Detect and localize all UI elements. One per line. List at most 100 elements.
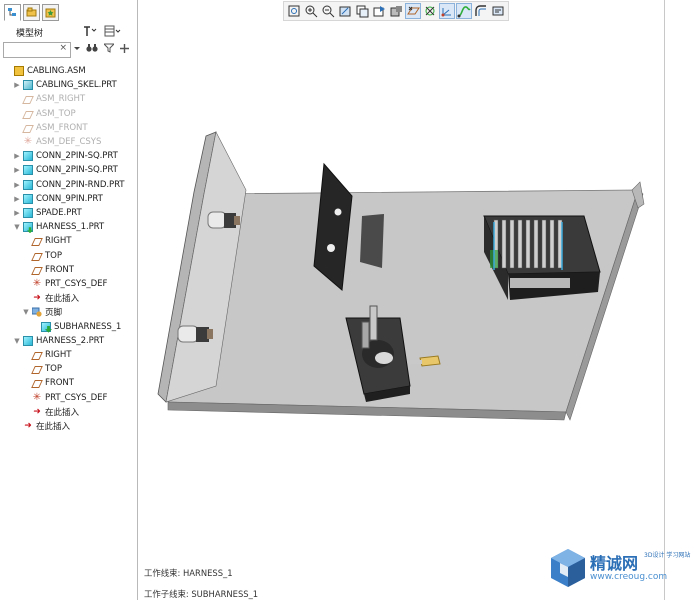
dropdown-arrow-icon[interactable] [74,45,80,55]
tree-settings-icon[interactable] [82,25,98,40]
csys-display-icon [441,8,451,17]
datum-plane-icon [32,379,42,387]
expand-toggle-icon[interactable]: ▼ [13,337,21,345]
tree-item[interactable]: ▼ 页脚 [22,305,62,319]
favorites-folder-icon [45,8,56,18]
tree-item[interactable]: FRONT [22,263,74,277]
insert-here-icon: ➜ [24,421,32,431]
round-connector-top [207,211,240,229]
tree-item[interactable]: ASM_FRONT [13,121,88,135]
tree-item[interactable]: ▶ CONN_9PIN.PRT [13,192,103,206]
tree-item-label: HARNESS_1.PRT [36,222,105,233]
footer-icon [31,307,42,317]
tree-item[interactable]: ▼ HARNESS_2.PRT [13,334,104,348]
tree-item-label: CABLING_SKEL.PRT [36,80,117,91]
zoom-out-button[interactable] [320,3,336,19]
tree-item[interactable]: CABLING.ASM [4,64,86,78]
insert-here-icon: ➜ [33,293,41,304]
tree-item[interactable]: RIGHT [22,348,71,362]
insert-here-icon: ➜ [33,406,41,417]
folder-browser-tab[interactable] [23,4,40,21]
model-tree-panel: 模型树 × CABLING.ASM ▶ CABLING_SKEL.PRT ASM_RI… [0,0,138,600]
tree-item-label: PRT_CSYS_DEF [45,392,108,403]
tree-item[interactable]: ▶ CONN_2PIN-RND.PRT [13,178,125,192]
tree-item-label: RIGHT [45,350,72,360]
tree-item[interactable]: SUBHARNESS_1 [31,320,121,334]
part-icon [23,179,33,190]
tree-item[interactable]: RIGHT [22,234,71,248]
expand-toggle-icon[interactable]: ▼ [13,223,21,231]
expand-toggle-icon[interactable]: ▶ [13,166,21,174]
datum-display-icon [407,6,420,15]
tree-item-label: 在此插入 [36,422,70,432]
view-manager-button[interactable] [354,3,370,19]
cube-logo-icon [551,549,585,587]
datum-display-button[interactable] [405,3,421,19]
tree-item-label: PRT_CSYS_DEF [45,279,108,289]
tree-item[interactable]: ✳ PRT_CSYS_DEF [22,277,108,291]
tree-item[interactable]: TOP [22,249,62,263]
tree-item[interactable]: ✳ ASM_DEF_CSYS [13,135,102,149]
tree-item-label: FRONT [45,378,74,389]
tree-item[interactable]: ▶ SPADE.PRT [13,206,82,220]
display-style-icon [390,6,402,17]
expand-toggle-icon[interactable]: ▶ [13,152,21,160]
tree-item-label: CONN_2PIN-RND.PRT [36,179,125,190]
tree-item[interactable]: ASM_RIGHT [13,92,85,106]
watermark-brand: 精诚网 [590,554,639,573]
expand-toggle-icon[interactable]: ▶ [13,181,21,189]
binoculars-icon[interactable] [86,43,98,56]
wire-button[interactable] [473,3,489,19]
favorites-tab[interactable] [42,4,59,21]
tree-icon [8,8,16,16]
tree-search-input[interactable]: × [3,42,71,58]
cable-display-icon [457,6,471,18]
expand-toggle-icon[interactable]: ▶ [13,209,21,217]
tree-columns-icon[interactable] [104,25,122,40]
model-tree-tab[interactable] [4,4,21,21]
tree-item[interactable]: ➜ 在此插入 [22,405,79,419]
tree-item[interactable]: ▶ CABLING_SKEL.PRT [13,78,117,92]
refit-button[interactable] [286,3,302,19]
tree-item[interactable]: ▶ CONN_2PIN-SQ.PRT [13,149,118,163]
tree-item-label: 页脚 [45,308,62,319]
display-style-button[interactable] [388,3,404,19]
part-icon [23,335,33,346]
tree-item-label: FRONT [45,264,74,275]
tree-item[interactable]: ➜ 在此插入 [13,419,70,433]
add-icon[interactable] [120,43,129,56]
cable-display-button[interactable] [456,3,472,19]
filter-icon[interactable] [102,43,116,56]
expand-toggle-icon[interactable]: ▶ [13,195,21,203]
view-manager-icon [356,5,369,18]
zoom-in-button[interactable] [303,3,319,19]
model-tree-title: 模型树 [16,29,44,39]
expand-toggle-icon[interactable]: ▶ [13,81,21,89]
tree-item[interactable]: ✳ PRT_CSYS_DEF [22,391,108,405]
tree-item[interactable]: ➜ 在此插入 [22,291,79,305]
datum-plane-icon [23,110,33,118]
working-harness-status: 工作线束: HARNESS_1 [144,568,233,578]
tree-item[interactable]: ▼ HARNESS_1.PRT [13,220,104,234]
expand-toggle-icon[interactable]: ▼ [22,308,30,316]
tree-item[interactable]: TOP [22,362,62,376]
tree-item-label: ASM_DEF_CSYS [36,137,102,147]
datum-plane-icon [32,252,42,260]
part-icon [23,165,33,176]
tree-item[interactable]: FRONT [22,376,74,390]
spin-center-button[interactable] [422,3,438,19]
saved-views-button[interactable] [371,3,387,19]
csys-display-button[interactable] [439,3,455,19]
tree-item-label: SUBHARNESS_1 [54,321,122,332]
annotation-display-button[interactable] [490,3,506,19]
wire-icon [475,5,486,16]
tree-item[interactable]: ASM_TOP [13,107,76,121]
repaint-button[interactable] [337,3,353,19]
search-tools [74,43,129,56]
assembly-3d-view [157,131,645,421]
csys-icon: ✳ [32,278,42,289]
tree-item[interactable]: ▶ CONN_2PIN-SQ.PRT [13,163,118,177]
graphics-window[interactable] [138,22,664,600]
part-icon [23,193,33,204]
clear-search-icon[interactable]: × [59,43,67,53]
